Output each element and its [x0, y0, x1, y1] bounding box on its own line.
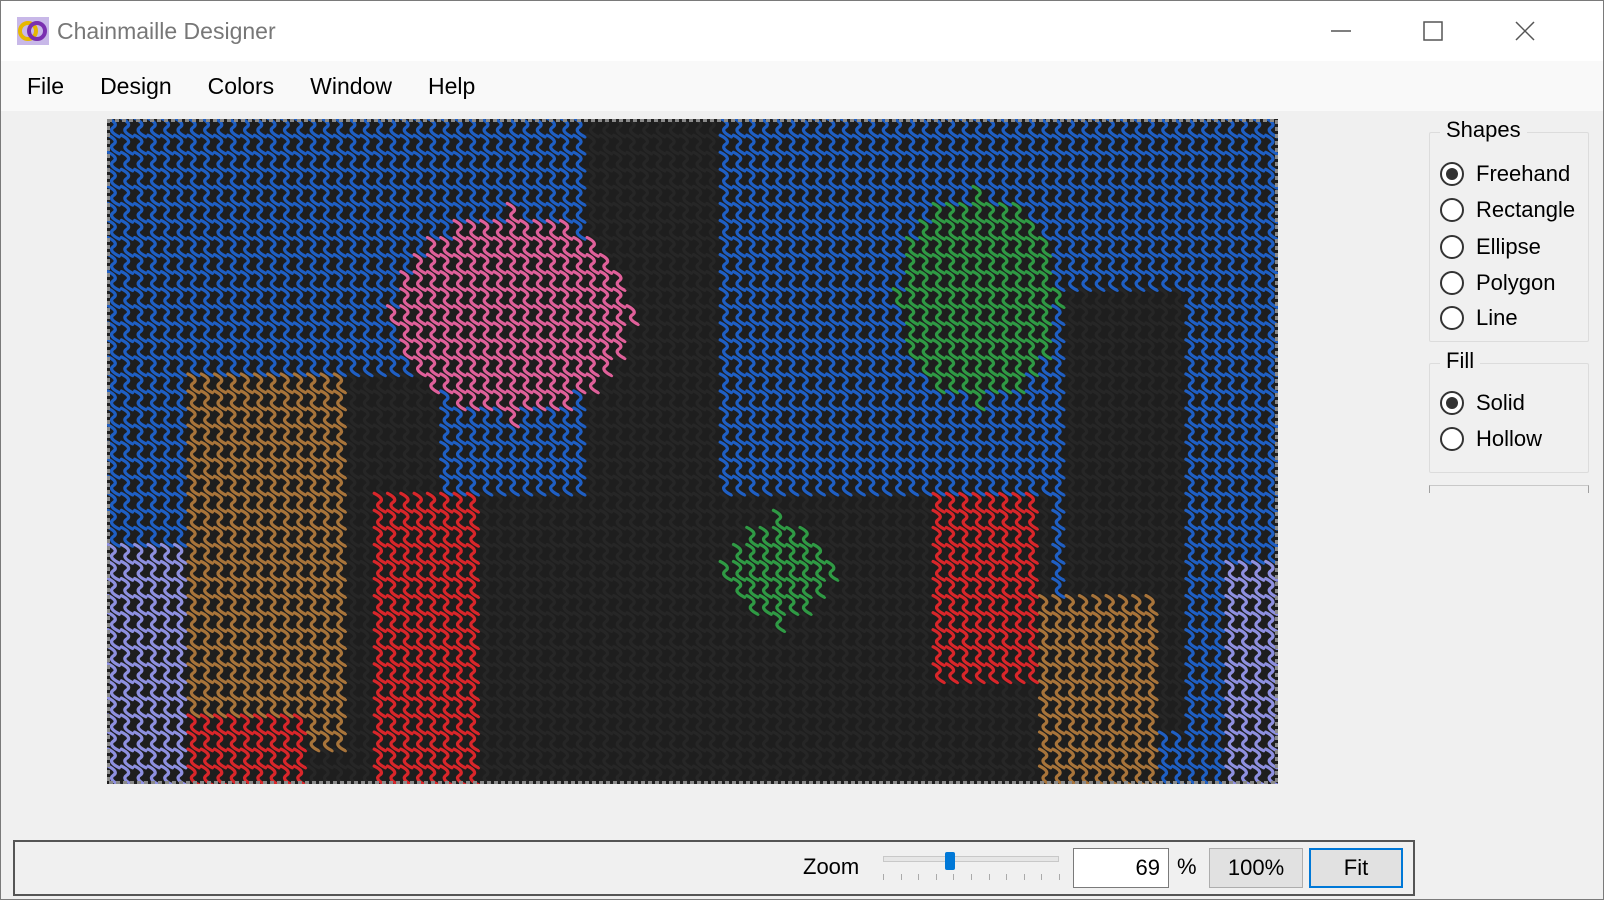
radio-label: Solid: [1476, 390, 1525, 415]
status-bar: Zoom 69 % 100% Fit: [13, 840, 1415, 896]
slider-thumb[interactable]: [944, 852, 955, 870]
radio-button: [1440, 271, 1464, 295]
zoom-slider[interactable]: [879, 850, 1065, 884]
radio-button: [1440, 306, 1464, 330]
radio-button-checked: [1440, 391, 1464, 415]
radio-line[interactable]: Line: [1440, 303, 1518, 333]
design-canvas[interactable]: [107, 119, 1278, 784]
radio-label: Hollow: [1476, 426, 1543, 451]
panel-divider: [1429, 485, 1589, 493]
close-button[interactable]: [1479, 1, 1571, 61]
app-rings-icon: [17, 17, 49, 45]
shapes-group: Shapes Freehand Rectangle Ellipse Polygo…: [1429, 117, 1589, 342]
radio-label: Freehand: [1476, 161, 1571, 186]
radio-button: [1440, 427, 1464, 451]
radio-button: [1440, 198, 1464, 222]
window-title: Chainmaille Designer: [57, 18, 276, 44]
maximize-button[interactable]: [1387, 1, 1479, 61]
minimize-icon: [1331, 30, 1351, 32]
zoom-input[interactable]: 69: [1073, 848, 1169, 888]
radio-label: Rectangle: [1476, 197, 1576, 222]
menu-file[interactable]: File: [1, 61, 82, 111]
radio-polygon[interactable]: Polygon: [1440, 268, 1556, 298]
minimize-button[interactable]: [1295, 1, 1387, 61]
radio-hollow[interactable]: Hollow: [1440, 424, 1542, 454]
maximize-icon: [1423, 21, 1443, 41]
radio-label: Ellipse: [1476, 234, 1541, 259]
menu-window[interactable]: Window: [292, 61, 410, 111]
radio-label: Polygon: [1476, 270, 1556, 295]
radio-freehand[interactable]: Freehand: [1440, 159, 1570, 189]
radio-button: [1440, 235, 1464, 259]
title-bar: Chainmaille Designer: [1, 1, 1603, 61]
shapes-legend: Shapes: [1440, 117, 1527, 143]
percent-sign: %: [1177, 854, 1197, 879]
menu-design[interactable]: Design: [82, 61, 190, 111]
fit-button[interactable]: Fit: [1309, 848, 1403, 888]
radio-label: Line: [1476, 305, 1518, 330]
zoom-label: Zoom: [803, 854, 860, 879]
radio-rectangle[interactable]: Rectangle: [1440, 195, 1575, 225]
menu-bar: File Design Colors Window Help: [1, 61, 1603, 111]
menu-help[interactable]: Help: [410, 61, 493, 111]
radio-solid[interactable]: Solid: [1440, 388, 1525, 418]
fill-group: Fill Solid Hollow: [1429, 348, 1589, 473]
app-window: Chainmaille Designer File Design Colors …: [0, 0, 1604, 900]
zoom-100-button[interactable]: 100%: [1209, 848, 1303, 888]
fill-legend: Fill: [1440, 348, 1481, 374]
close-icon: [1515, 21, 1535, 41]
chainmaille-pattern: [107, 119, 1278, 784]
radio-button-checked: [1440, 162, 1464, 186]
radio-ellipse[interactable]: Ellipse: [1440, 232, 1541, 262]
menu-colors[interactable]: Colors: [190, 61, 292, 111]
slider-track: [883, 856, 1059, 862]
slider-ticks: [883, 874, 1060, 882]
